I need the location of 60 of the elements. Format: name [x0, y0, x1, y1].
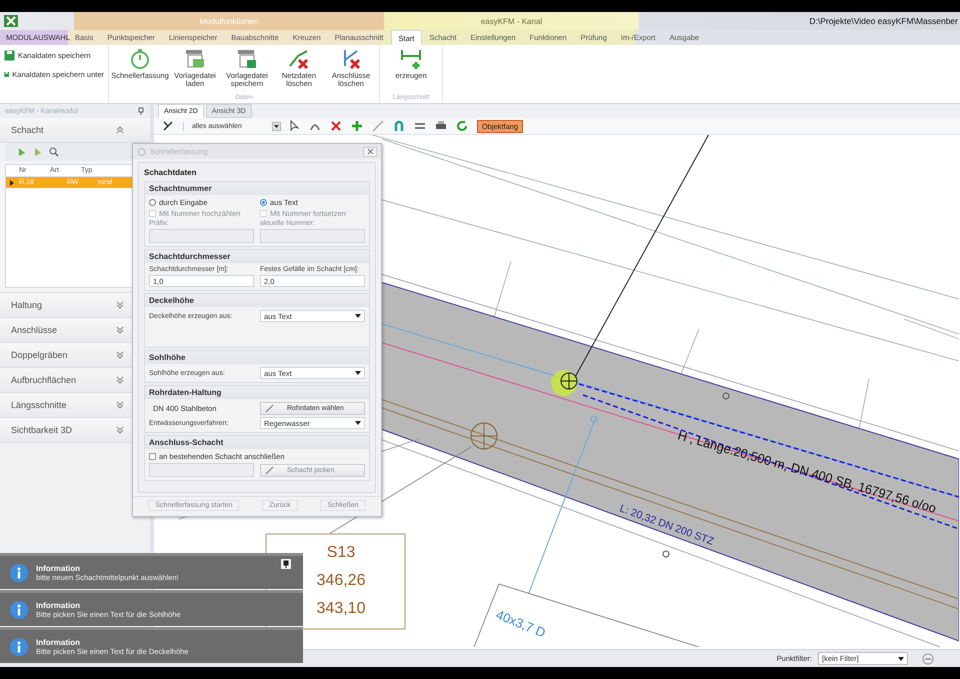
add-shaft-icon[interactable] [17, 147, 27, 157]
magnet-icon[interactable] [392, 120, 405, 132]
line-icon[interactable] [372, 120, 384, 132]
point-marker [590, 416, 598, 422]
radio-button[interactable] [149, 199, 156, 206]
shaft-label: S13 [326, 544, 356, 561]
point-marker [662, 550, 670, 558]
zoom-out-icon[interactable] [922, 652, 934, 664]
close-button[interactable] [363, 146, 377, 156]
section-title: Anschluss-Schacht [145, 436, 369, 449]
table-icon [184, 48, 206, 70]
pin-icon[interactable] [281, 559, 291, 569]
pipe-label: L: 20,32 DN 200 STZ [618, 502, 716, 548]
move-icon[interactable] [350, 120, 363, 132]
dropdown-arrow-icon [355, 371, 361, 375]
notification-title: Information [36, 638, 81, 646]
section-title: Schachtdurchmesser [145, 250, 369, 263]
section-title: Rohrdaten-Haltung [145, 386, 369, 399]
file-path: D:\Projekte\Video easyKFM\Massenber [809, 16, 959, 26]
pipe-icon [265, 404, 275, 413]
dropdown-arrow-icon [898, 656, 904, 660]
dropdown-arrow-icon [272, 122, 281, 130]
info-icon [10, 600, 28, 618]
selected-shaft-symbol [551, 370, 578, 396]
info-icon [10, 564, 28, 582]
table-icon [236, 48, 258, 70]
notification-title: Information [36, 564, 81, 572]
info-icon [10, 638, 28, 656]
context-tab-group: easyKFM - Kanal [384, 12, 639, 30]
area-label: 40x3,7 D [494, 606, 548, 640]
group-title: Schachtdaten [144, 167, 198, 179]
floppy-icon [4, 50, 15, 61]
close-icon [366, 148, 374, 155]
refresh-icon[interactable] [456, 120, 468, 132]
floppy-icon [4, 69, 10, 80]
accordion-header[interactable]: Schacht [0, 118, 150, 143]
pipe-icon [265, 466, 275, 474]
dropdown-arrow-icon [355, 314, 361, 318]
dropdown-arrow-icon [355, 421, 361, 425]
checkbox[interactable] [149, 453, 156, 460]
cursor-icon[interactable] [290, 120, 300, 132]
notification-title: Information [36, 600, 81, 610]
app-logo-icon[interactable] [4, 15, 18, 27]
point-marker [722, 392, 730, 400]
stopwatch-icon [137, 147, 146, 156]
network-delete-icon [288, 48, 310, 70]
section-title: Sohlhöhe [145, 351, 369, 364]
section-title: Schachtnummer [145, 182, 369, 195]
section-title: Deckelhöhe [145, 294, 369, 307]
search-icon[interactable] [49, 147, 59, 157]
shaft-symbol [470, 422, 498, 450]
stopwatch-icon [129, 48, 151, 70]
context-tab-group: Modulfunktionen [74, 12, 384, 30]
profile-icon [399, 48, 423, 70]
shaft-label: 343,10 [316, 600, 366, 617]
nodes-icon[interactable] [162, 120, 174, 132]
radio-button[interactable] [260, 199, 267, 206]
delete-icon[interactable] [330, 120, 342, 132]
shaft-label: 346,26 [316, 572, 366, 589]
printer-icon[interactable] [434, 120, 447, 132]
